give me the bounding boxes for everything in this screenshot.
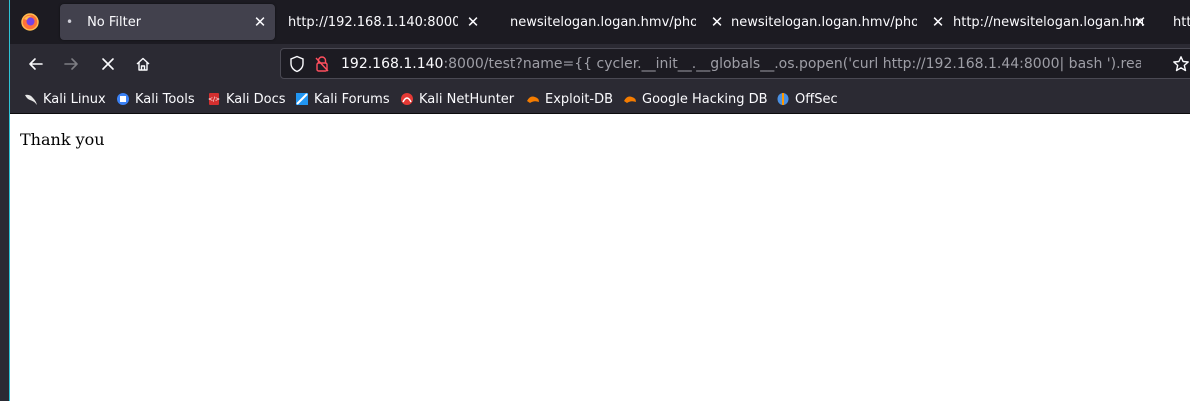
kali-docs-icon: </> <box>208 93 220 105</box>
close-icon[interactable]: ✕ <box>929 13 947 31</box>
bookmark-label: Kali Tools <box>135 91 195 107</box>
bookmark-label: Kali Linux <box>43 91 106 107</box>
url-bar[interactable]: 192.168.1.140:8000/test?name={{ cycler._… <box>280 48 1190 79</box>
bookmark-kali-linux[interactable]: Kali Linux <box>24 90 106 108</box>
page-body-text: Thank you <box>20 130 105 149</box>
tab-title: http://192.168.1.140:8000/ <box>288 14 458 30</box>
tab-newsitelogan-3[interactable]: http://newsitelogan.logan.hmv ✕ <box>953 4 1155 40</box>
tab-title: newsitelogan.logan.hmv/phot <box>731 14 917 30</box>
bookmark-star-icon[interactable] <box>1172 55 1190 73</box>
tab-newsitelogan-1[interactable]: newsitelogan.logan.hmv/phot ✕ <box>510 4 732 40</box>
tab-overflow[interactable]: htt <box>1173 4 1190 40</box>
home-button[interactable] <box>129 50 157 78</box>
bookmark-label: Kali NetHunter <box>419 91 515 107</box>
kali-forums-icon <box>296 93 308 105</box>
bookmark-label: Google Hacking DB <box>642 91 768 107</box>
tab-title: No Filter <box>87 14 142 30</box>
close-icon[interactable]: ✕ <box>1131 13 1149 31</box>
insecure-lock-icon[interactable] <box>315 55 329 73</box>
tab-ip-8000[interactable]: http://192.168.1.140:8000/ ✕ <box>288 4 488 40</box>
bookmark-google-hacking-db[interactable]: Google Hacking DB <box>623 90 768 108</box>
stop-x-icon <box>102 58 114 70</box>
page-content: Thank you <box>10 114 1190 401</box>
tab-strip: • No Filter ✕ http://192.168.1.140:8000/… <box>10 0 1190 44</box>
home-icon <box>136 57 150 71</box>
back-button[interactable] <box>22 50 50 78</box>
bullet-dot-icon: • <box>66 15 74 29</box>
tab-title: htt <box>1173 14 1190 30</box>
bookmark-kali-nethunter[interactable]: Kali NetHunter <box>400 90 514 108</box>
bookmarks-toolbar: Kali Linux Kali Tools </> Kali Docs Kali… <box>10 84 1190 114</box>
ghdb-icon <box>624 96 636 103</box>
firefox-icon <box>21 13 39 31</box>
bookmark-kali-tools[interactable]: Kali Tools <box>116 90 195 108</box>
offsec-icon <box>777 93 789 105</box>
close-icon[interactable]: ✕ <box>708 13 726 31</box>
bookmark-offsec[interactable]: OffSec <box>776 90 838 108</box>
back-arrow-icon <box>29 58 43 70</box>
tab-no-filter[interactable]: • No Filter ✕ <box>60 4 275 40</box>
forward-button[interactable] <box>57 50 85 78</box>
firefox-menu-button[interactable] <box>10 4 50 40</box>
bookmark-exploit-db[interactable]: Exploit-DB <box>526 90 613 108</box>
bookmark-kali-docs[interactable]: </> Kali Docs <box>207 90 286 108</box>
bookmark-label: Kali Docs <box>226 91 286 107</box>
kali-dragon-icon <box>25 94 37 105</box>
url-host: 192.168.1.140 <box>341 56 444 72</box>
bookmark-label: Exploit-DB <box>545 91 614 107</box>
window-left-edge <box>0 0 10 401</box>
bookmark-label: Kali Forums <box>314 91 390 107</box>
svg-text:</>: </> <box>208 96 220 103</box>
navigation-toolbar: 192.168.1.140:8000/test?name={{ cycler._… <box>10 44 1190 84</box>
forward-arrow-icon <box>64 58 78 70</box>
close-icon[interactable]: ✕ <box>251 13 269 31</box>
exploit-db-icon <box>527 96 539 103</box>
nethunter-icon <box>401 93 413 105</box>
tab-title: http://newsitelogan.logan.hmv <box>953 14 1143 30</box>
close-icon[interactable]: ✕ <box>464 13 482 31</box>
tab-newsitelogan-2[interactable]: newsitelogan.logan.hmv/phot ✕ <box>731 4 953 40</box>
stop-button[interactable] <box>94 50 122 78</box>
bookmark-label: OffSec <box>795 91 838 107</box>
url-path: :8000/test?name={{ cycler.__init__.__glo… <box>443 56 1141 72</box>
shield-icon[interactable] <box>289 55 305 73</box>
url-text[interactable]: 192.168.1.140:8000/test?name={{ cycler._… <box>341 56 1141 72</box>
bookmark-kali-forums[interactable]: Kali Forums <box>295 90 390 108</box>
tab-title: newsitelogan.logan.hmv/phot <box>510 14 696 30</box>
kali-tools-icon <box>117 93 129 105</box>
